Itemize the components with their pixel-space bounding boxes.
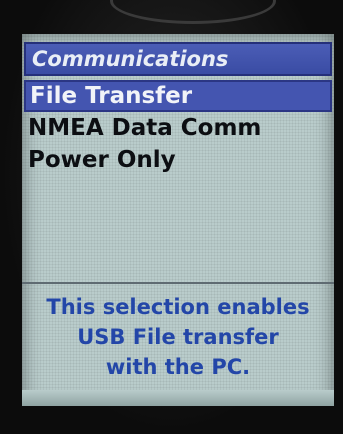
gps-device: Communications File Transfer NMEA Data C… (0, 0, 343, 434)
menu-item-file-transfer[interactable]: File Transfer (24, 80, 332, 112)
screen-edge-shadow (22, 390, 334, 406)
help-description: This selection enables USB File transfer… (22, 292, 334, 382)
lcd-screen: Communications File Transfer NMEA Data C… (22, 34, 334, 406)
help-line: This selection enables (46, 295, 310, 319)
help-line: USB File transfer (77, 325, 279, 349)
communications-menu: File Transfer NMEA Data Comm Power Only (24, 80, 332, 176)
menu-item-nmea-data-comm[interactable]: NMEA Data Comm (24, 112, 332, 144)
menu-title: Communications (24, 42, 332, 76)
brand-emblem (110, 0, 276, 24)
help-divider (22, 282, 334, 284)
help-line: with the PC. (105, 355, 251, 379)
menu-item-power-only[interactable]: Power Only (24, 144, 332, 176)
